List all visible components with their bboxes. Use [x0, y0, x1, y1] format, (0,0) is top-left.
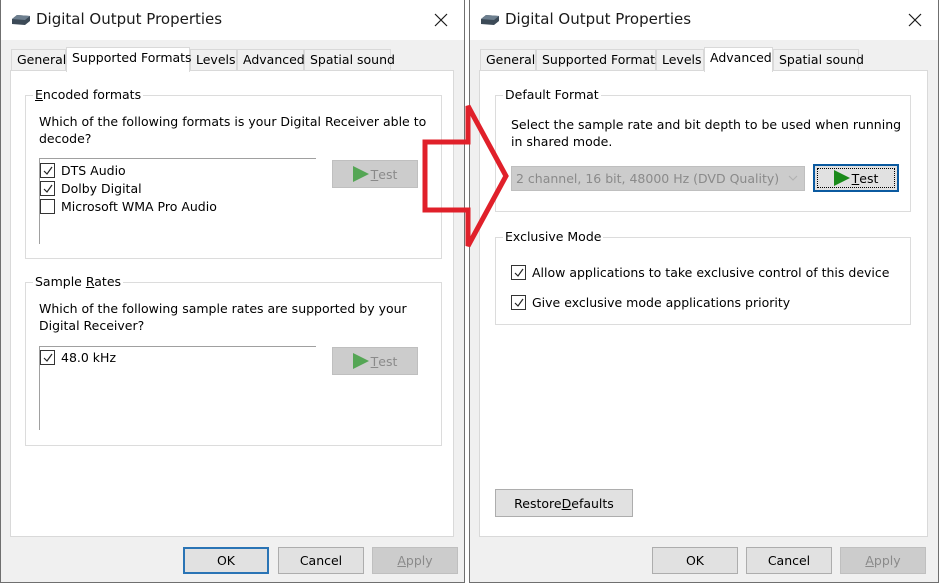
- play-icon: [352, 166, 369, 182]
- speaker-device-icon: [12, 15, 30, 25]
- tab-label: Levels: [196, 52, 236, 67]
- checkmark-icon: [514, 268, 524, 277]
- checkbox[interactable]: [40, 349, 55, 365]
- item-label: 48.0 kHz: [61, 349, 117, 365]
- window-title: Digital Output Properties: [505, 10, 692, 28]
- group-title: Default Format: [503, 87, 601, 103]
- close-icon[interactable]: [904, 9, 926, 31]
- apply-button[interactable]: Apply: [372, 547, 458, 574]
- tab-advanced[interactable]: Advanced: [237, 49, 305, 71]
- checkbox[interactable]: [511, 264, 526, 280]
- ok-button[interactable]: OK: [652, 547, 738, 574]
- checkbox[interactable]: [511, 294, 526, 310]
- tab-panel-advanced: Default Format Select the sample rate an…: [479, 70, 928, 537]
- exclusive-priority-checkbox[interactable]: Give exclusive mode applications priorit…: [511, 293, 790, 311]
- checkbox[interactable]: [40, 162, 55, 178]
- sample-rates-list[interactable]: 48.0 kHz: [39, 346, 316, 430]
- close-icon[interactable]: [430, 9, 452, 31]
- sample-rates-description: Which of the following sample rates are …: [39, 301, 407, 333]
- item-label: Give exclusive mode applications priorit…: [532, 294, 791, 310]
- test-button[interactable]: Test: [332, 347, 418, 375]
- title-bar: Digital Output Properties: [470, 0, 938, 40]
- group-title: Exclusive Mode: [503, 229, 604, 245]
- tab-levels[interactable]: Levels: [190, 49, 237, 71]
- item-label: Microsoft WMA Pro Audio: [61, 198, 217, 214]
- test-button[interactable]: Test: [813, 164, 899, 192]
- tab-spatial-sound[interactable]: Spatial sound: [304, 49, 395, 71]
- encoded-formats-list[interactable]: DTS Audio Dolby Digital Microsoft WMA Pr…: [39, 158, 316, 244]
- tab-advanced[interactable]: Advanced: [704, 47, 773, 72]
- speaker-device-icon: [481, 15, 499, 25]
- title-bar: Digital Output Properties: [1, 0, 464, 40]
- checkmark-icon: [43, 166, 53, 175]
- format-item-wma-pro[interactable]: Microsoft WMA Pro Audio: [40, 197, 217, 215]
- tab-general[interactable]: General: [480, 49, 536, 71]
- tab-label: Spatial sound: [310, 52, 395, 67]
- window-title: Digital Output Properties: [36, 10, 223, 28]
- right-properties-dialog: Digital Output Properties General Suppor…: [469, 0, 939, 583]
- format-item-dolby[interactable]: Dolby Digital: [40, 179, 142, 197]
- item-label: Allow applications to take exclusive con…: [532, 264, 890, 280]
- tab-general[interactable]: General: [11, 49, 66, 71]
- tab-supported-formats[interactable]: Supported Formats: [536, 49, 662, 71]
- exclusive-mode-group: Exclusive Mode Allow applications to tak…: [495, 229, 911, 325]
- encoded-formats-group: Encoded formats Which of the following f…: [25, 87, 442, 259]
- tab-label: General: [486, 52, 536, 67]
- item-label: Dolby Digital: [61, 180, 142, 196]
- test-button[interactable]: Test: [332, 160, 418, 188]
- tab-levels[interactable]: Levels: [656, 49, 704, 71]
- tab-supported-formats[interactable]: Supported Formats: [66, 47, 192, 72]
- tab-spatial-sound[interactable]: Spatial sound: [773, 49, 864, 71]
- group-title: Encoded formats: [33, 87, 144, 103]
- left-properties-dialog: Digital Output Properties General Suppor…: [0, 0, 465, 583]
- checkmark-icon: [43, 184, 53, 193]
- default-format-select[interactable]: 2 channel, 16 bit, 48000 Hz (DVD Quality…: [511, 166, 805, 191]
- item-label: DTS Audio: [61, 162, 126, 178]
- default-format-group: Default Format Select the sample rate an…: [495, 87, 911, 212]
- tab-label: Supported Formats: [542, 52, 662, 67]
- selected-format: 2 channel, 16 bit, 48000 Hz (DVD Quality…: [516, 171, 780, 186]
- encoded-formats-description: Which of the following formats is your D…: [39, 114, 427, 146]
- tab-label: Supported Formats: [72, 50, 192, 65]
- tab-label: Levels: [662, 52, 702, 67]
- cancel-button[interactable]: Cancel: [746, 547, 832, 574]
- rate-item-48khz[interactable]: 48.0 kHz: [40, 348, 116, 366]
- tab-label: Advanced: [710, 50, 772, 65]
- checkbox[interactable]: [40, 180, 55, 196]
- restore-defaults-button[interactable]: Restore Defaults: [495, 489, 633, 517]
- tab-label: Spatial sound: [779, 52, 864, 67]
- play-icon: [352, 353, 369, 369]
- checkmark-icon: [43, 353, 53, 362]
- tab-label: General: [17, 52, 67, 67]
- tab-label: Advanced: [243, 52, 305, 67]
- default-format-description: Select the sample rate and bit depth to …: [511, 117, 902, 149]
- sample-rates-group: Sample Rates Which of the following samp…: [25, 274, 442, 446]
- ok-button[interactable]: OK: [183, 547, 269, 574]
- cancel-button[interactable]: Cancel: [278, 547, 364, 574]
- apply-button[interactable]: Apply: [840, 547, 926, 574]
- group-title: Sample Rates: [33, 274, 124, 290]
- tab-panel-supported-formats: Encoded formats Which of the following f…: [10, 70, 454, 537]
- format-item-dts[interactable]: DTS Audio: [40, 161, 126, 179]
- allow-exclusive-control-checkbox[interactable]: Allow applications to take exclusive con…: [511, 263, 889, 281]
- checkmark-icon: [514, 298, 524, 307]
- chevron-down-icon: [788, 175, 798, 181]
- checkbox[interactable]: [40, 198, 55, 214]
- play-icon: [833, 170, 850, 186]
